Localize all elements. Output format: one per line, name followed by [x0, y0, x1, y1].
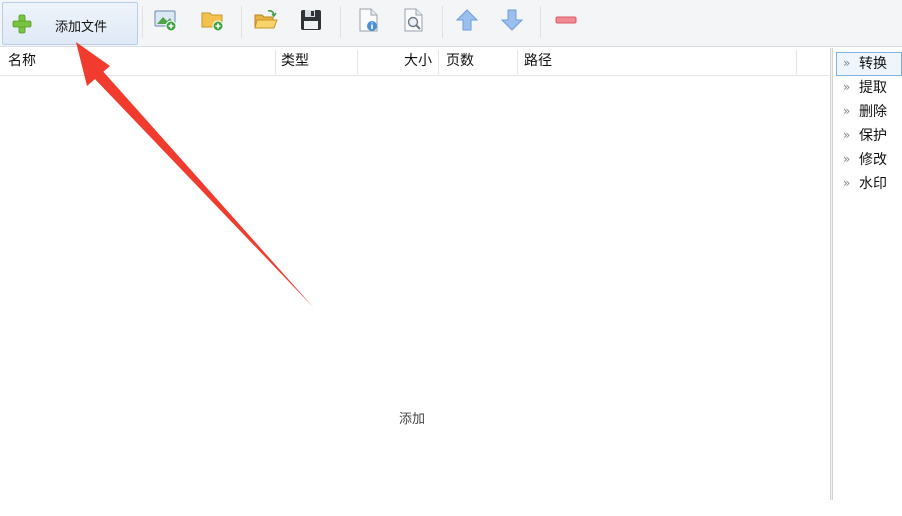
column-path-header[interactable]: 路径	[518, 48, 558, 76]
column-separator[interactable]	[796, 50, 797, 74]
column-separator[interactable]	[438, 50, 439, 74]
empty-placeholder: 添加	[399, 412, 426, 427]
toolbar: 添加文件	[0, 0, 902, 47]
remove-icon[interactable]	[553, 7, 579, 33]
add-image-icon[interactable]	[153, 7, 179, 33]
column-name-header[interactable]: 名称	[2, 48, 42, 76]
side-item-label: 删除	[859, 104, 887, 120]
toolbar-separator	[442, 6, 443, 38]
side-item-label: 提取	[859, 80, 887, 96]
plus-icon	[12, 14, 32, 34]
side-item-modify[interactable]: » 修改	[836, 148, 902, 172]
toolbar-separator	[540, 6, 541, 38]
chevron-right-icon: »	[843, 80, 851, 94]
side-menu: » 转换 » 提取 » 删除 » 保护 » 修改 » 水印	[836, 52, 902, 500]
arrow-down-icon[interactable]	[499, 7, 525, 33]
open-folder-icon[interactable]	[253, 7, 279, 33]
side-item-label: 修改	[859, 152, 887, 168]
toolbar-separator	[142, 6, 143, 38]
side-item-protect[interactable]: » 保护	[836, 124, 902, 148]
chevron-right-icon: »	[843, 104, 851, 118]
app-window: 添加文件 名称 类型 大小 页数 路径 添加 » 转换 » 提取 » 删除 » …	[0, 0, 902, 516]
add-file-label: 添加文件	[55, 20, 108, 35]
chevron-right-icon: »	[843, 152, 851, 166]
save-icon[interactable]	[298, 7, 324, 33]
panel-splitter[interactable]	[830, 48, 833, 500]
column-size-header[interactable]: 大小	[357, 48, 438, 76]
file-list[interactable]: 名称 类型 大小 页数 路径 添加	[0, 48, 830, 500]
chevron-right-icon: »	[843, 56, 851, 70]
toolbar-separator	[340, 6, 341, 38]
chevron-right-icon: »	[843, 128, 851, 142]
side-item-label: 水印	[859, 176, 887, 192]
side-item-label: 转换	[859, 56, 887, 72]
toolbar-separator	[241, 6, 242, 38]
side-item-delete[interactable]: » 删除	[836, 100, 902, 124]
column-type-header[interactable]: 类型	[275, 48, 315, 76]
arrow-up-icon[interactable]	[454, 7, 480, 33]
chevron-right-icon: »	[843, 176, 851, 190]
preview-icon[interactable]	[401, 7, 427, 33]
add-file-button[interactable]: 添加文件	[2, 2, 138, 45]
add-folder-icon[interactable]	[200, 7, 226, 33]
file-info-icon[interactable]	[356, 7, 382, 33]
column-pages-header[interactable]: 页数	[440, 48, 480, 76]
side-item-label: 保护	[859, 128, 887, 144]
side-item-watermark[interactable]: » 水印	[836, 172, 902, 196]
side-item-convert[interactable]: » 转换	[836, 52, 902, 76]
file-list-header: 名称 类型 大小 页数 路径	[0, 48, 830, 76]
side-item-extract[interactable]: » 提取	[836, 76, 902, 100]
